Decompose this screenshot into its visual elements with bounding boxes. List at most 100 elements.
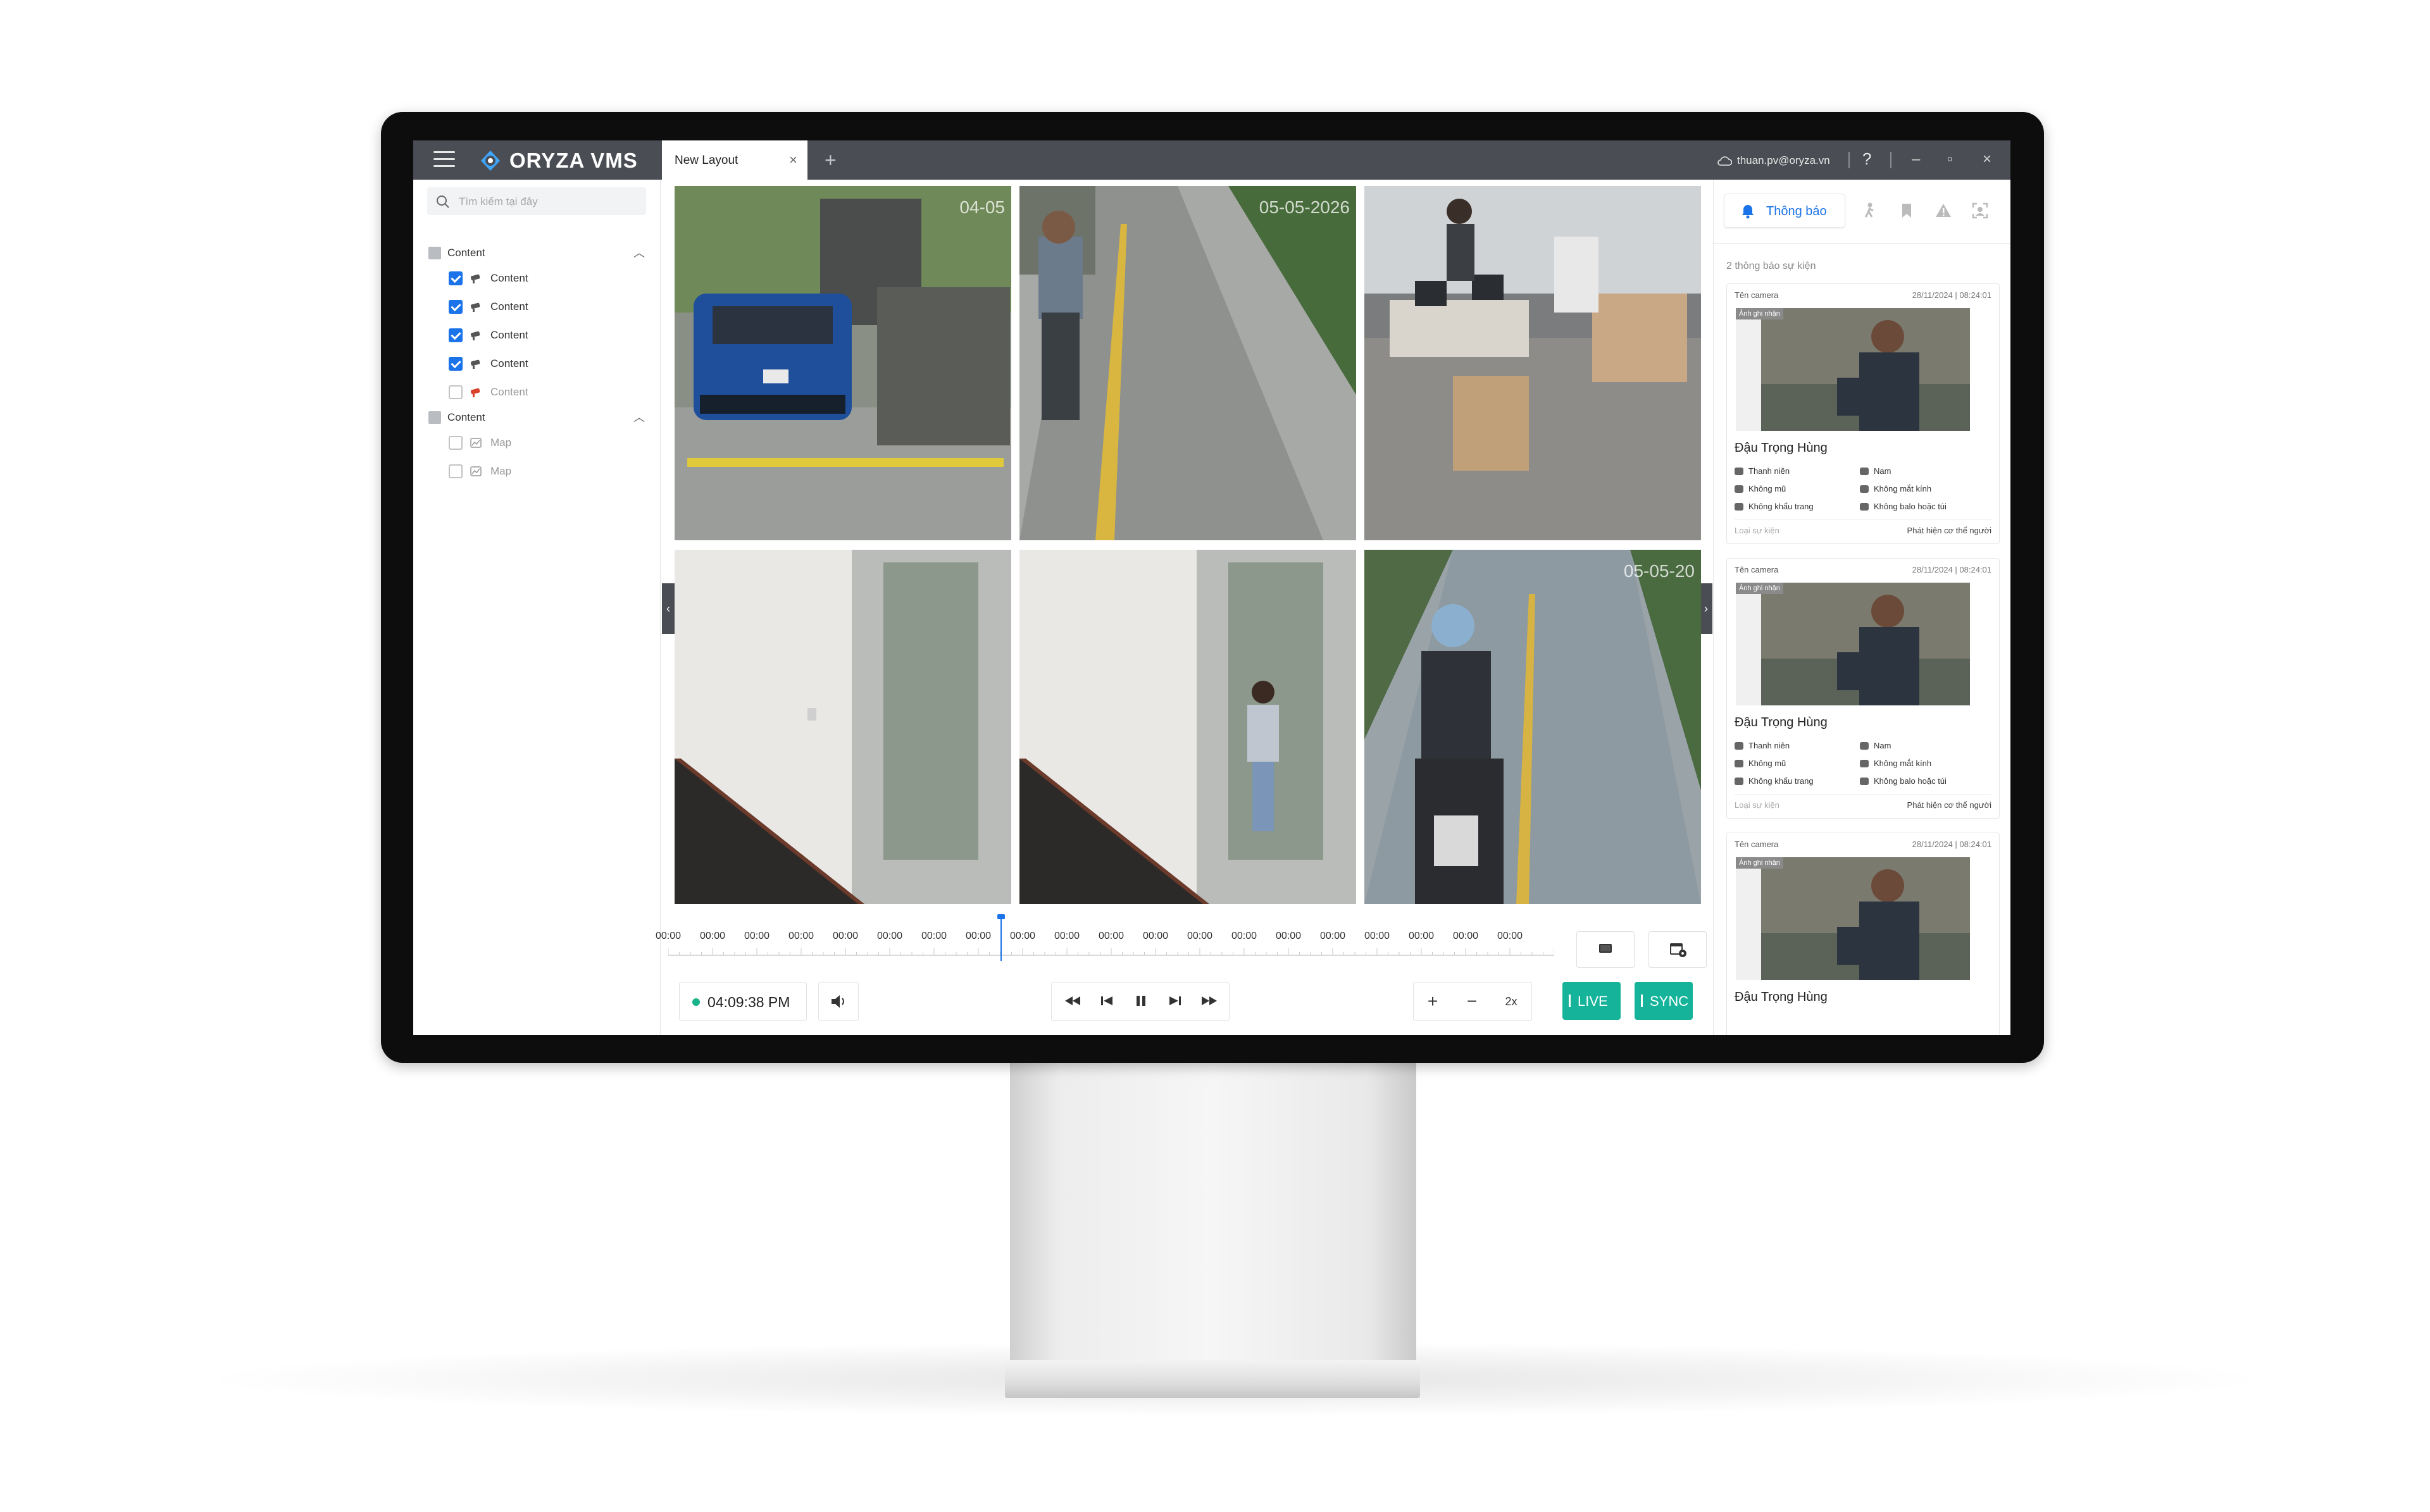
calendar-settings-button[interactable] bbox=[1648, 931, 1707, 968]
account-info[interactable]: thuan.pv@oryza.vn bbox=[1717, 154, 1830, 167]
person-walking-icon[interactable] bbox=[1860, 201, 1879, 220]
glasses-icon bbox=[1860, 485, 1869, 493]
attribute-gender: Nam bbox=[1860, 466, 1891, 476]
camera-tile[interactable] bbox=[1019, 550, 1356, 904]
event-type-value: Phát hiện cơ thể người bbox=[1907, 526, 1991, 535]
camera-tile[interactable]: 05-05-2026 bbox=[1019, 186, 1356, 540]
timeline-cursor[interactable] bbox=[997, 914, 1005, 961]
tree-item-camera[interactable]: Content bbox=[449, 355, 639, 374]
chevron-up-icon[interactable]: ︿ bbox=[633, 409, 645, 425]
speed-button[interactable]: 2x bbox=[1498, 989, 1524, 1014]
event-card[interactable]: Tên camera 28/11/2024 | 08:24:01 Ảnh ghi… bbox=[1726, 283, 2000, 544]
tree-item-camera[interactable]: Content bbox=[449, 270, 639, 288]
camera-tile[interactable]: 04-05 bbox=[675, 186, 1011, 540]
help-button[interactable]: ? bbox=[1862, 149, 1871, 169]
separator bbox=[1848, 152, 1850, 168]
tree-item-camera-offline[interactable]: Content bbox=[449, 383, 639, 402]
timeline-label: 00:00 bbox=[1497, 931, 1523, 941]
attribute-hat: Không mũ bbox=[1735, 484, 1786, 493]
camera-icon bbox=[470, 302, 480, 312]
event-snapshot[interactable]: Ảnh ghi nhận bbox=[1736, 583, 1970, 705]
camera-tile[interactable] bbox=[1364, 186, 1701, 540]
tree-group-content[interactable]: Content ︿ bbox=[428, 244, 650, 263]
tab-new-layout[interactable]: New Layout × bbox=[662, 140, 807, 180]
attribute-bag: Không balo hoặc túi bbox=[1860, 776, 1947, 786]
checkbox[interactable] bbox=[449, 464, 463, 478]
gender-icon bbox=[1860, 467, 1869, 475]
search-input[interactable] bbox=[458, 193, 637, 211]
glasses-icon bbox=[1860, 759, 1869, 767]
hat-icon bbox=[1735, 759, 1743, 767]
tree-item-map[interactable]: Map bbox=[449, 462, 639, 481]
status-dot bbox=[692, 998, 700, 1006]
checkbox[interactable] bbox=[449, 328, 463, 342]
pause-icon[interactable] bbox=[1131, 991, 1150, 1010]
step-forward-icon[interactable] bbox=[1166, 991, 1185, 1010]
app-window: ORYZA VMS New Layout × + thuan.pv@oryza.… bbox=[413, 140, 2010, 1035]
event-card[interactable]: Tên camera 28/11/2024 | 08:24:01 Ảnh ghi… bbox=[1726, 833, 2000, 1035]
tree-item-camera[interactable]: Content bbox=[449, 298, 639, 317]
event-snapshot[interactable]: Ảnh ghi nhận bbox=[1736, 857, 1970, 980]
maximize-button[interactable]: ▫ bbox=[1947, 151, 1953, 168]
map-icon bbox=[470, 438, 482, 448]
fast-forward-icon[interactable] bbox=[1200, 991, 1219, 1010]
checkbox[interactable] bbox=[449, 436, 463, 450]
checkbox[interactable] bbox=[449, 385, 463, 399]
attribute-bag: Không balo hoặc túi bbox=[1860, 502, 1947, 511]
timeline-label: 00:00 bbox=[877, 931, 903, 941]
checkbox[interactable] bbox=[449, 271, 463, 285]
zoom-in-button[interactable]: + bbox=[1420, 989, 1445, 1014]
rewind-icon[interactable] bbox=[1063, 991, 1082, 1010]
timeline-label: 00:00 bbox=[1231, 931, 1257, 941]
timeline-label: 00:00 bbox=[788, 931, 814, 941]
camera-timestamp: 04-05 bbox=[959, 197, 1005, 217]
calendar-gear-icon bbox=[1670, 943, 1686, 957]
person-icon bbox=[1735, 467, 1743, 475]
item-label: Content bbox=[490, 386, 528, 398]
event-datetime: 28/11/2024 | 08:24:01 bbox=[1912, 290, 1991, 300]
event-datetime: 28/11/2024 | 08:24:01 bbox=[1912, 840, 1991, 849]
face-scan-icon[interactable] bbox=[1971, 201, 1990, 220]
tree-group-content[interactable]: Content ︿ bbox=[428, 409, 650, 428]
camera-tile[interactable]: 05-05-20 bbox=[1364, 550, 1701, 904]
tree-item-map[interactable]: Map bbox=[449, 434, 639, 453]
item-label: Map bbox=[490, 437, 512, 449]
tree-item-camera[interactable]: Content bbox=[449, 326, 639, 345]
zoom-out-button[interactable]: − bbox=[1459, 989, 1485, 1014]
bookmark-icon[interactable] bbox=[1897, 201, 1916, 220]
attribute-glasses: Không mắt kính bbox=[1860, 484, 1931, 493]
step-back-icon[interactable] bbox=[1097, 991, 1116, 1010]
timeline-label: 00:00 bbox=[656, 931, 682, 941]
menu-icon[interactable] bbox=[433, 151, 455, 168]
event-card[interactable]: Tên camera 28/11/2024 | 08:24:01 Ảnh ghi… bbox=[1726, 558, 2000, 819]
camera-tile[interactable] bbox=[675, 550, 1011, 904]
cloud-icon bbox=[1717, 156, 1732, 166]
attribute-mask: Không khẩu trang bbox=[1735, 502, 1814, 511]
collapse-left-handle[interactable]: ‹ bbox=[662, 583, 675, 634]
live-button[interactable]: LIVE bbox=[1562, 982, 1621, 1020]
event-type-label: Loại sự kiện bbox=[1735, 526, 1779, 535]
tab-close-icon[interactable]: × bbox=[789, 152, 797, 168]
screenshot-button[interactable] bbox=[1576, 931, 1635, 968]
mask-icon bbox=[1735, 777, 1743, 785]
timeline-label: 00:00 bbox=[1409, 931, 1435, 941]
gender-icon bbox=[1860, 741, 1869, 750]
timeline[interactable]: 00:00 00:00 00:00 00:00 00:00 00:00 00:00 00:00… bbox=[656, 914, 1554, 961]
sync-button[interactable]: SYNC bbox=[1635, 982, 1693, 1020]
checkbox[interactable] bbox=[449, 357, 463, 371]
close-window-button[interactable]: × bbox=[1983, 151, 1991, 168]
volume-button[interactable] bbox=[818, 982, 859, 1021]
tab-notifications[interactable]: Thông báo bbox=[1724, 194, 1845, 228]
warning-icon[interactable] bbox=[1934, 201, 1953, 220]
add-tab-button[interactable]: + bbox=[825, 149, 837, 172]
search-box bbox=[427, 187, 646, 215]
title-bar: ORYZA VMS New Layout × + thuan.pv@oryza.… bbox=[413, 140, 2010, 180]
camera-name: Tên camera bbox=[1735, 840, 1779, 849]
monitor-stand bbox=[1010, 1060, 1416, 1363]
chevron-up-icon[interactable]: ︿ bbox=[633, 244, 645, 261]
minimize-button[interactable]: – bbox=[1912, 151, 1920, 168]
checkbox[interactable] bbox=[449, 300, 463, 314]
event-snapshot[interactable]: Ảnh ghi nhận bbox=[1736, 308, 1970, 431]
film-icon bbox=[1599, 944, 1612, 953]
attribute-age: Thanh niên bbox=[1735, 466, 1790, 476]
